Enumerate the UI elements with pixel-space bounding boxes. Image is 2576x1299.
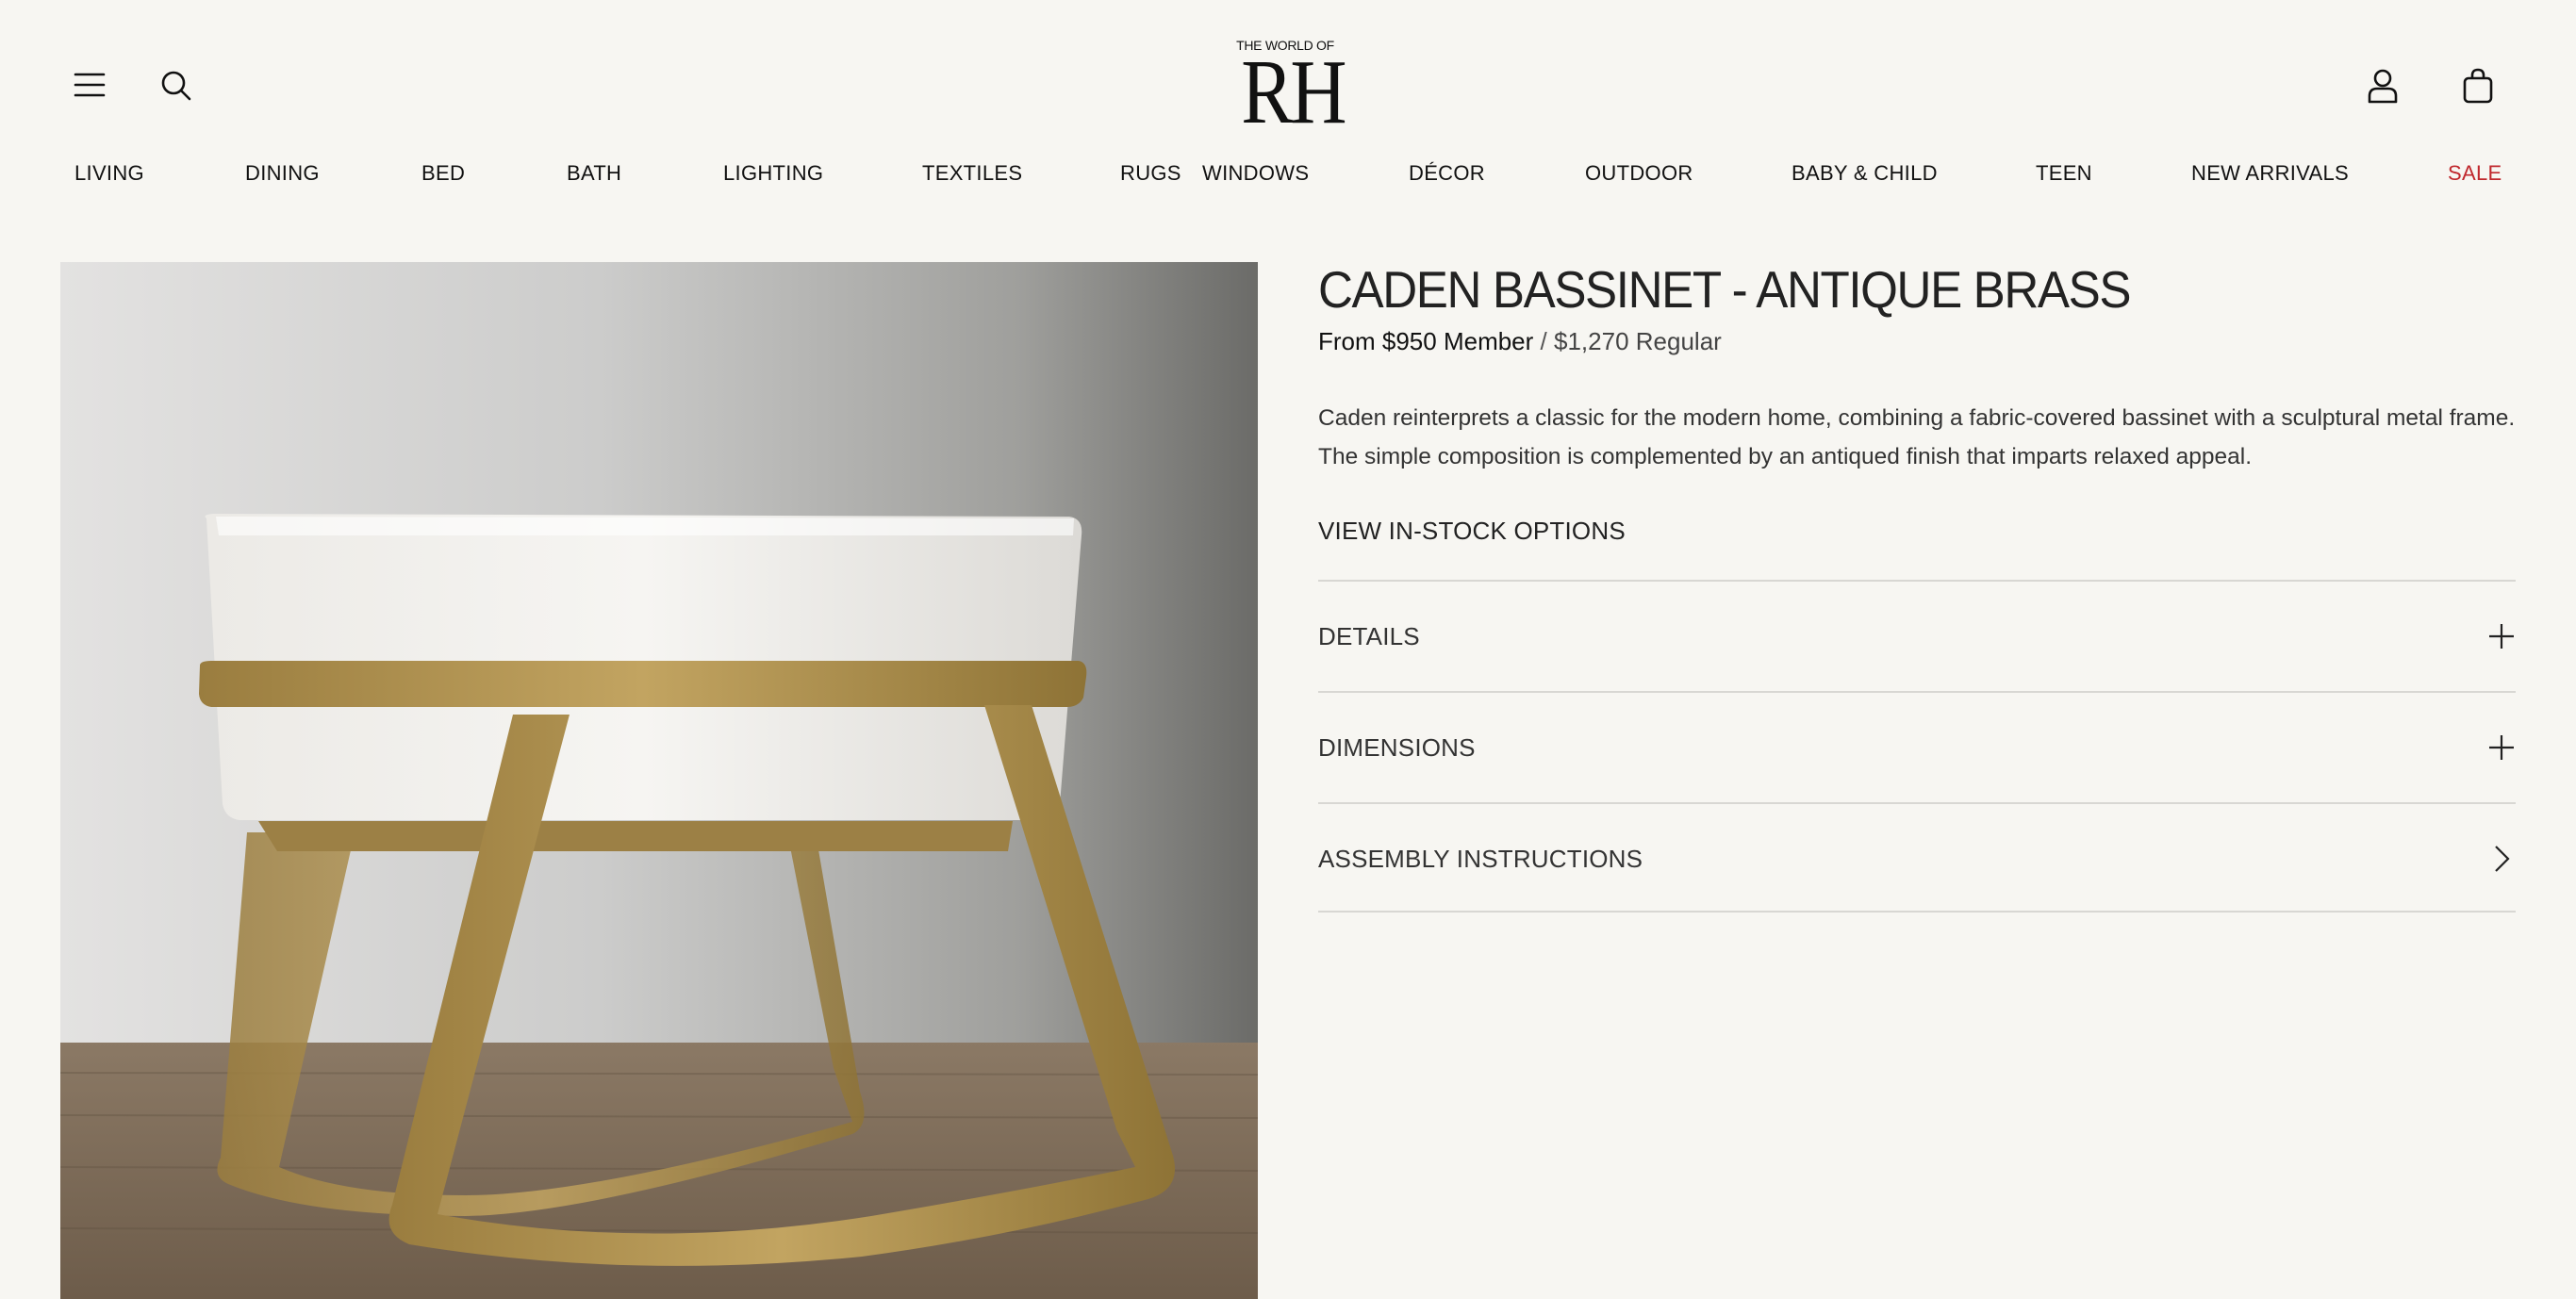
price-regular: $1,270 Regular [1554, 327, 1722, 355]
accordion-dimensions-label: DIMENSIONS [1318, 732, 1476, 762]
accordion-assembly-label: ASSEMBLY INSTRUCTIONS [1318, 844, 1643, 873]
product-price: From $950 Member / $1,270 Regular [1318, 327, 1722, 356]
nav-textiles[interactable]: TEXTILES [922, 161, 1022, 186]
nav-lighting[interactable]: LIGHTING [723, 161, 823, 186]
nav-outdoor[interactable]: OUTDOOR [1585, 161, 1693, 186]
plus-icon[interactable] [2487, 622, 2516, 650]
bassinet-illustration [60, 262, 1258, 1299]
nav-new-arrivals[interactable]: NEW ARRIVALS [2191, 161, 2349, 186]
accordion-dimensions[interactable]: DIMENSIONS [1318, 693, 2516, 802]
nav-rugs[interactable]: RUGS [1120, 161, 1181, 186]
view-in-stock-options-link[interactable]: VIEW IN-STOCK OPTIONS [1318, 517, 1626, 546]
rh-logo[interactable]: THE WORLD OF RH [1233, 38, 1346, 143]
plus-icon[interactable] [2487, 733, 2516, 762]
accordion-divider [1318, 911, 2516, 913]
nav-living[interactable]: LIVING [74, 161, 144, 186]
nav-windows[interactable]: WINDOWS [1202, 161, 1309, 186]
menu-icon[interactable] [74, 72, 106, 98]
nav-bath[interactable]: BATH [567, 161, 621, 186]
product-description: Caden reinterprets a classic for the mod… [1318, 405, 2516, 469]
nav-dining[interactable]: DINING [245, 161, 320, 186]
chevron-right-icon[interactable] [2487, 845, 2516, 873]
nav-decor[interactable]: DÉCOR [1409, 161, 1485, 186]
nav-sale[interactable]: SALE [2448, 161, 2502, 186]
nav-baby-child[interactable]: BABY & CHILD [1792, 161, 1938, 186]
nav-bed[interactable]: BED [421, 161, 465, 186]
logo-wordmark: RH [1241, 41, 1346, 143]
product-image[interactable] [60, 262, 1258, 1299]
nav-teen[interactable]: TEEN [2036, 161, 2092, 186]
accordion-details[interactable]: DETAILS [1318, 582, 2516, 691]
accordion-details-label: DETAILS [1318, 621, 1420, 650]
account-icon[interactable] [2366, 68, 2400, 104]
product-title: CADEN BASSINET - ANTIQUE BRASS [1318, 260, 2131, 319]
shopping-bag-icon[interactable] [2462, 68, 2494, 104]
accordion-assembly-instructions[interactable]: ASSEMBLY INSTRUCTIONS [1318, 804, 2516, 913]
price-member: From $950 Member [1318, 327, 1534, 355]
price-separator: / [1540, 327, 1547, 355]
search-icon[interactable] [160, 70, 192, 102]
